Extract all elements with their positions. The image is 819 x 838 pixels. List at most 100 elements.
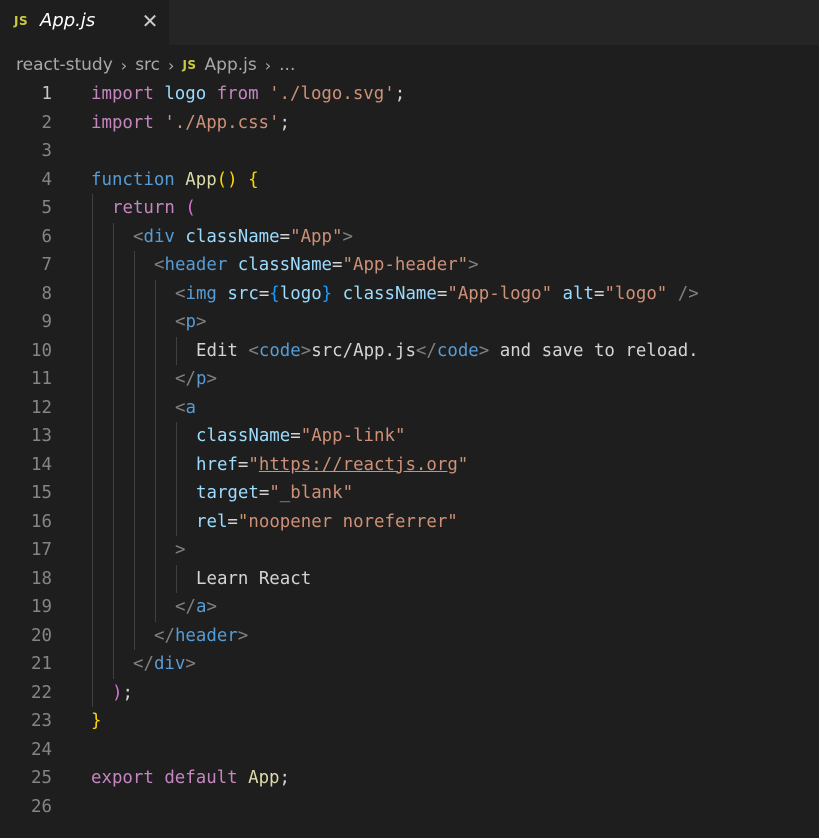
code-text: className="App-link" bbox=[196, 422, 405, 450]
code-token: href bbox=[196, 454, 238, 475]
code-line[interactable]: 5 return ( bbox=[0, 194, 819, 222]
code-line[interactable]: 8 <img src={logo} className="App-logo" al… bbox=[0, 280, 819, 308]
code-token: { bbox=[248, 169, 259, 190]
code-token: > bbox=[195, 312, 207, 332]
code-token: ; bbox=[279, 768, 290, 788]
code-token: Learn React bbox=[196, 568, 312, 589]
line-number: 22 bbox=[31, 682, 52, 703]
code-text: <header className="App-header"> bbox=[154, 251, 479, 279]
code-token: div bbox=[143, 226, 175, 247]
code-line[interactable]: 4 function App() { bbox=[0, 166, 819, 194]
code-token: </ bbox=[175, 597, 196, 617]
code-token: " bbox=[248, 454, 259, 475]
code-line[interactable]: 6 <div className="App"> bbox=[0, 223, 819, 251]
close-icon[interactable]: ✕ bbox=[140, 9, 160, 33]
code-line[interactable]: 9 <p> bbox=[0, 308, 819, 336]
code-token: " bbox=[457, 454, 469, 475]
code-line[interactable]: 18 Learn React bbox=[0, 565, 819, 593]
code-token: ) bbox=[112, 682, 123, 703]
code-line[interactable]: 24 bbox=[0, 736, 819, 764]
code-line[interactable]: 1 import logo from './logo.svg'; bbox=[0, 80, 819, 108]
breadcrumb-item-app-js[interactable]: App.js bbox=[205, 55, 257, 75]
tab-app-js[interactable]: JS App.js ✕ bbox=[0, 0, 169, 45]
code-token: header bbox=[164, 255, 228, 275]
code-line[interactable]: 20 </header> bbox=[0, 622, 819, 650]
javascript-file-icon: JS bbox=[182, 58, 197, 72]
code-token: img bbox=[185, 283, 217, 304]
line-number: 15 bbox=[31, 483, 52, 503]
tab-label: App.js bbox=[40, 10, 96, 31]
code-line[interactable]: 10 Edit <code>src/App.js</code> and save … bbox=[0, 337, 819, 365]
code-token: "_blank" bbox=[269, 483, 354, 503]
code-text: > bbox=[175, 536, 185, 564]
line-number: 10 bbox=[31, 340, 52, 361]
code-token: = bbox=[436, 283, 448, 304]
line-number: 20 bbox=[31, 625, 52, 646]
code-line[interactable]: 7 <header className="App-header"> bbox=[0, 251, 819, 279]
code-token: ; bbox=[122, 682, 133, 703]
code-editor[interactable]: 1 import logo from './logo.svg'; 2 import '… bbox=[0, 80, 819, 838]
code-line[interactable]: 11 </p> bbox=[0, 365, 819, 393]
code-token: src bbox=[227, 283, 259, 304]
line-number: 21 bbox=[31, 654, 52, 674]
code-line[interactable]: 16 rel="noopener noreferrer" bbox=[0, 508, 819, 536]
chevron-right-icon: › bbox=[264, 55, 272, 75]
code-token: < bbox=[133, 226, 144, 247]
code-token: alt bbox=[562, 283, 594, 304]
breadcrumb-item-symbols[interactable]: ... bbox=[279, 55, 295, 75]
code-line[interactable]: 17 > bbox=[0, 536, 819, 564]
code-line[interactable]: 14 href="https://reactjs.org" bbox=[0, 451, 819, 479]
code-token: "App-logo" bbox=[447, 283, 553, 304]
breadcrumb-item-src[interactable]: src bbox=[135, 55, 160, 75]
line-number: 5 bbox=[41, 198, 52, 218]
line-number: 23 bbox=[31, 711, 52, 731]
code-token: code bbox=[436, 340, 479, 361]
line-number: 11 bbox=[31, 369, 52, 389]
indent-guide bbox=[176, 564, 177, 593]
code-line[interactable]: 22); bbox=[0, 679, 819, 707]
code-text: </div> bbox=[133, 650, 196, 678]
code-line[interactable]: 23} bbox=[0, 707, 819, 735]
code-token: < bbox=[154, 255, 165, 275]
breadcrumb: react-study › src › JS App.js › ... bbox=[16, 50, 295, 80]
code-token: code bbox=[258, 340, 301, 361]
code-token: </ bbox=[133, 654, 154, 674]
code-text: export default App; bbox=[91, 764, 290, 792]
code-token: header bbox=[174, 625, 238, 646]
code-token: () bbox=[216, 169, 238, 190]
code-text: return ( bbox=[112, 194, 196, 222]
code-text: ); bbox=[112, 679, 133, 707]
code-line[interactable]: 13 className="App-link" bbox=[0, 422, 819, 450]
code-token: = bbox=[279, 226, 291, 247]
code-line[interactable]: 3 bbox=[0, 137, 819, 165]
breadcrumb-item-react-study[interactable]: react-study bbox=[16, 55, 113, 75]
line-number: 9 bbox=[41, 312, 52, 332]
code-token: target bbox=[196, 483, 259, 503]
code-token: rel bbox=[196, 511, 228, 532]
code-line[interactable]: 25 export default App; bbox=[0, 764, 819, 792]
code-text: href="https://reactjs.org" bbox=[196, 451, 468, 479]
code-line[interactable]: 15 target="_blank" bbox=[0, 479, 819, 507]
code-text: </p> bbox=[175, 365, 217, 393]
chevron-right-icon: › bbox=[120, 55, 128, 75]
code-token[interactable]: https://reactjs.org bbox=[259, 455, 458, 475]
code-token: "App" bbox=[290, 226, 343, 247]
code-token: div bbox=[153, 654, 186, 674]
code-line[interactable]: 21 </div> bbox=[0, 650, 819, 678]
code-token: } bbox=[91, 711, 102, 731]
code-line[interactable]: 2 import './App.css'; bbox=[0, 109, 819, 137]
code-line[interactable]: 12 <a bbox=[0, 394, 819, 422]
code-line[interactable]: 26 bbox=[0, 793, 819, 821]
indent-guide bbox=[176, 336, 177, 365]
chevron-right-icon: › bbox=[168, 55, 175, 75]
code-text: </header> bbox=[154, 622, 248, 650]
code-line[interactable]: 19 </a> bbox=[0, 593, 819, 621]
code-token: > bbox=[206, 597, 217, 617]
line-number: 1 bbox=[41, 84, 52, 104]
